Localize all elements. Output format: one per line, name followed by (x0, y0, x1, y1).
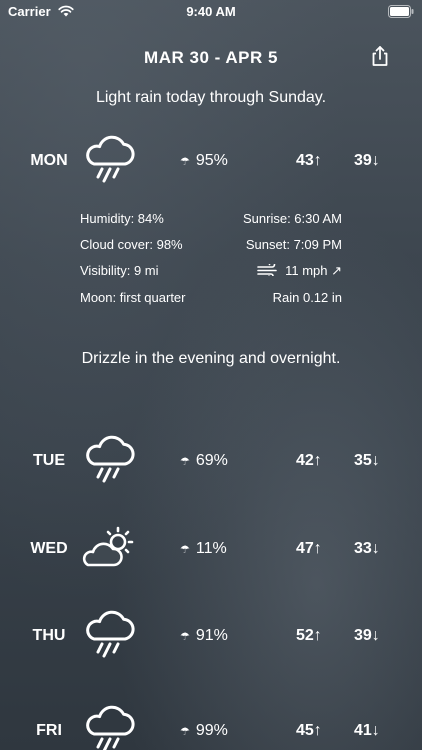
day-label: TUE (33, 452, 65, 469)
sunset-detail: Sunset: 7:09 PM (245, 237, 342, 252)
day-label: WED (30, 540, 68, 557)
rain-cloud-icon (80, 702, 138, 750)
precip-value: 95% (195, 152, 228, 169)
precip-value: 11% (195, 540, 227, 557)
high-temp: 52↑ (296, 627, 322, 644)
precip-chance: ☂ 91% (180, 627, 228, 645)
visibility-detail: Visibility: 9 mi (80, 263, 159, 278)
wind-value: 11 mph ↗ (285, 263, 342, 278)
rain-detail: Rain 0.12 in (272, 290, 342, 305)
high-temp: 47↑ (296, 540, 322, 557)
date-range-title: MAR 30 - APR 5 (144, 48, 278, 67)
precip-value: 99% (195, 722, 228, 739)
umbrella-icon: ☂ (180, 631, 190, 643)
low-temp: 33↓ (354, 540, 380, 557)
forecast-row-tue[interactable]: TUE ☂ 69% 42↑ 35↓ (0, 432, 422, 492)
forecast-row-mon[interactable]: MON ☂ 95% 43↑ 39↓ (0, 132, 422, 192)
umbrella-icon: ☂ (180, 544, 190, 556)
cloud-cover-detail: Cloud cover: 98% (80, 237, 183, 252)
rain-cloud-icon (80, 432, 138, 486)
umbrella-icon: ☂ (180, 156, 190, 168)
wind-icon (257, 261, 277, 279)
low-temp: 39↓ (354, 152, 380, 169)
day-label: FRI (36, 722, 62, 739)
precip-chance: ☂ 99% (180, 722, 228, 740)
day-label: THU (32, 627, 66, 644)
forecast-row-wed[interactable]: WED ☂ 11% 47↑ 33↓ (0, 520, 422, 580)
precip-chance: ☂ 95% (180, 152, 228, 170)
umbrella-icon: ☂ (180, 726, 190, 738)
rain-cloud-icon (80, 132, 138, 186)
low-temp: 35↓ (354, 452, 380, 469)
low-temp: 41↓ (354, 722, 380, 739)
wind-detail: 11 mph ↗ (200, 261, 342, 279)
sunrise-detail: Sunrise: 6:30 AM (243, 211, 342, 226)
umbrella-icon: ☂ (180, 456, 190, 468)
precip-value: 69% (195, 452, 228, 469)
partly-sunny-icon (80, 520, 138, 574)
high-temp: 42↑ (296, 452, 322, 469)
forecast-row-thu[interactable]: THU ☂ 91% 52↑ 39↓ (0, 607, 422, 667)
status-bar-time: 9:40 AM (186, 4, 236, 19)
moon-detail: Moon: first quarter (80, 290, 186, 305)
precip-chance: ☂ 11% (180, 540, 227, 558)
forecast-row-fri[interactable]: FRI ☂ 99% 45↑ 41↓ (0, 700, 422, 750)
day-summary: Drizzle in the evening and overnight. (81, 350, 341, 367)
high-temp: 45↑ (296, 722, 322, 739)
humidity-detail: Humidity: 84% (80, 211, 164, 226)
rain-cloud-icon (80, 607, 138, 661)
share-icon[interactable] (370, 45, 390, 67)
precip-chance: ☂ 69% (180, 452, 228, 470)
high-temp: 43↑ (296, 152, 322, 169)
low-temp: 39↓ (354, 627, 380, 644)
battery-icon (388, 5, 414, 23)
day-label: MON (30, 152, 68, 169)
week-summary: Light rain today through Sunday. (95, 89, 327, 106)
precip-value: 91% (195, 627, 228, 644)
